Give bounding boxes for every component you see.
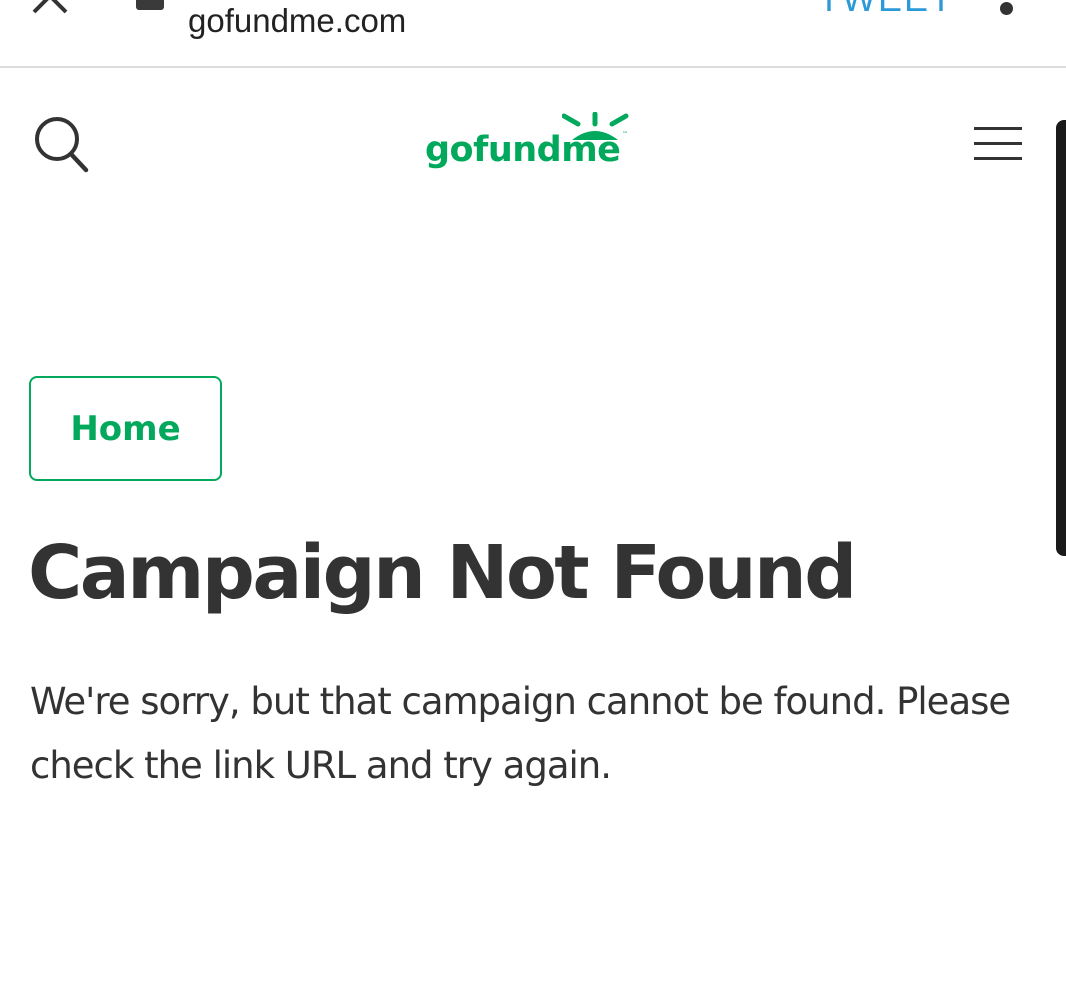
logo-wordmark: gofundme — [425, 130, 621, 170]
browser-toolbar: gofundme.com TWEET — [0, 0, 1066, 68]
site-header: ™ gofundme — [0, 68, 1066, 218]
search-icon[interactable] — [30, 114, 92, 176]
page-title: Campaign Not Found — [28, 530, 857, 616]
url-display[interactable]: gofundme.com — [188, 2, 406, 40]
hamburger-menu-icon[interactable] — [974, 124, 1024, 164]
gofundme-logo[interactable]: ™ gofundme — [420, 108, 640, 188]
device-edge — [1056, 120, 1066, 556]
home-button[interactable]: Home — [29, 376, 222, 481]
more-vert-icon[interactable] — [1000, 2, 1013, 15]
lock-icon — [136, 0, 164, 10]
tweet-button[interactable]: TWEET — [818, 0, 954, 20]
close-icon[interactable] — [30, 0, 74, 16]
logo-trademark: ™ — [622, 131, 628, 138]
error-message: We're sorry, but that campaign cannot be… — [30, 680, 1011, 787]
